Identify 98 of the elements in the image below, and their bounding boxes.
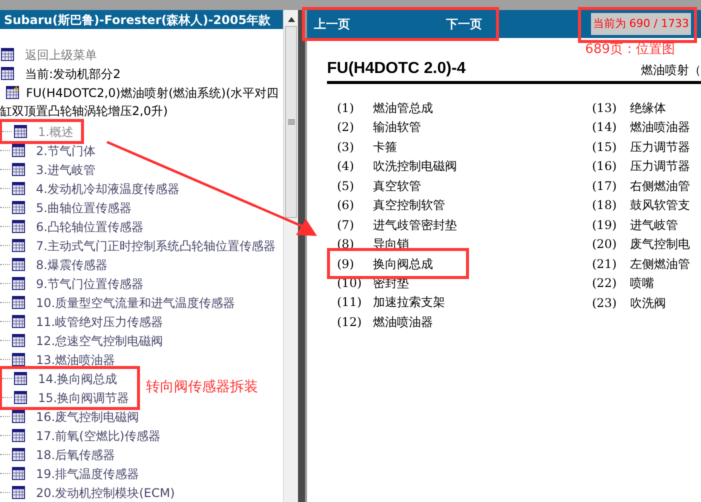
part-number: (9) [337,256,355,272]
part-number: (6) [337,197,355,214]
part-number: (5) [337,178,355,195]
tree-item[interactable]: 19.排气温度传感器 [36,468,140,480]
part-number: (11) [337,294,363,312]
part-name: 真空控制软管 [373,197,445,214]
part-number: (1) [337,100,355,117]
table-icon [12,258,25,271]
part-number: (12) [337,314,363,331]
part-number: (23) [592,294,618,312]
part-name: 输油软管 [373,119,421,136]
table-icon [1,48,14,61]
part-number: (18) [592,197,618,214]
part-name: 加速拉索支架 [373,294,445,312]
tree-item[interactable]: 17.前氧(空燃比)传感器 [36,430,160,442]
part-number: (4) [337,158,355,176]
tree-item[interactable]: 14.换向阀总成 [38,372,118,384]
part-name: 换向阀总成 [373,256,433,272]
table-icon [12,201,25,214]
part-number: (3) [337,138,355,156]
part-name: 燃油喷油器 [630,119,690,136]
tree-folder[interactable]: FU(H4DOTC2,0)燃油喷射(燃油系统)(水平对四缸双顶置凸轮轴涡轮增压2,0升) [0,84,283,120]
part-name: 左侧燃油管 [630,256,690,273]
tree-item[interactable]: 10.质量型空气流量和进气温度传感器 [36,296,236,308]
table-icon [1,67,14,80]
tree-item[interactable]: 20.发动机控制模块(ECM) [36,486,175,498]
table-icon [12,353,25,366]
part-number: (2) [337,119,355,136]
part-number: (19) [592,216,618,234]
tree-item[interactable]: 3.进气岐管 [36,164,96,176]
part-name: 真空软管 [373,178,421,195]
table-icon [12,315,25,328]
tree-item[interactable]: 7.主动式气门正时控制系统凸轮轴位置传感器 [36,240,276,252]
part-number: (13) [592,100,618,117]
table-icon [14,372,27,385]
part-number: (14) [592,119,618,136]
part-name: 卡箍 [373,138,397,156]
table-icon [14,391,27,404]
table-icon [12,144,25,157]
tree-item[interactable]: 13.燃油喷油器 [36,354,116,366]
tree-item[interactable]: 6.凸轮轴位置传感器 [36,220,144,232]
part-name: 右侧燃油管 [630,178,690,195]
sidebar-header: Subaru(斯巴鲁)-Forester(森林人)-2005年款 [0,10,283,29]
tree-item[interactable]: 5.曲轴位置传感器 [36,202,132,214]
table-icon [12,334,25,347]
part-name: 废气控制电 [630,236,690,254]
part-number: (15) [592,138,618,156]
tree-item[interactable]: 返回上级菜单 [25,48,97,60]
part-name: 吹洗阀 [630,294,666,312]
table-icon [12,467,25,480]
tree-item[interactable]: 16.废气控制电磁阀 [36,410,140,422]
part-name: 燃油喷油器 [373,314,433,331]
part-number: (20) [592,236,618,254]
section-heading: 燃油喷射（ [641,62,701,79]
part-name: 进气岐管 [630,216,678,234]
tree-item[interactable]: 8.爆震传感器 [36,258,108,270]
part-number: (21) [592,256,618,273]
previous-page-button[interactable]: 上一页 [314,15,350,33]
part-name: 绝缘体 [630,100,666,117]
table-icon [12,182,25,195]
tree-item[interactable]: 15.换向阀调节器 [38,392,130,404]
table-plus-icon [6,86,19,99]
table-icon [12,429,25,442]
annotation-note: 转向阀传感器拆装 [146,380,258,394]
annotation-note: 689页：位置图 [585,43,675,56]
table-icon [12,220,25,233]
table-icon [12,277,25,290]
table-icon [12,410,25,423]
part-name: 吹洗控制电磁阀 [373,158,457,176]
part-number: (7) [337,216,355,234]
tree-item[interactable]: 4.发动机冷却液温度传感器 [36,182,180,194]
table-icon [14,125,27,138]
scroll-up-icon[interactable] [288,17,294,22]
tree-item[interactable]: 当前:发动机部分2 [25,68,121,80]
next-page-button[interactable]: 下一页 [446,15,482,33]
page-indicator: 当前为 690 / 1733 [590,13,691,35]
table-icon [12,239,25,252]
table-icon [12,486,25,499]
tree-item[interactable]: 18.后氧传感器 [36,448,116,460]
document-title: FU(H4DOTC 2.0)-4 [327,59,466,79]
part-name: 压力调节器 [630,158,690,176]
part-number: (16) [592,158,618,176]
grip-icon [288,119,294,125]
part-name: 进气歧管密封垫 [373,216,457,234]
table-icon [12,163,25,176]
tree-item[interactable]: 12.怠速空气控制电磁阀 [36,334,164,346]
part-number: (17) [592,178,618,195]
table-icon [12,296,25,309]
scrollbar[interactable] [283,10,298,502]
part-name: 燃油管总成 [373,100,433,117]
part-name: 鼓风软管支 [630,197,690,214]
table-icon [12,448,25,461]
tree-item[interactable]: 9.节气门位置传感器 [36,278,144,290]
tree-item[interactable]: 11.岐管绝对压力传感器 [36,316,164,328]
part-name: 喷嘴 [630,275,654,292]
part-name: 压力调节器 [630,138,690,156]
tree-item[interactable]: 2.节气门体 [36,144,96,156]
part-number: (22) [592,275,618,292]
